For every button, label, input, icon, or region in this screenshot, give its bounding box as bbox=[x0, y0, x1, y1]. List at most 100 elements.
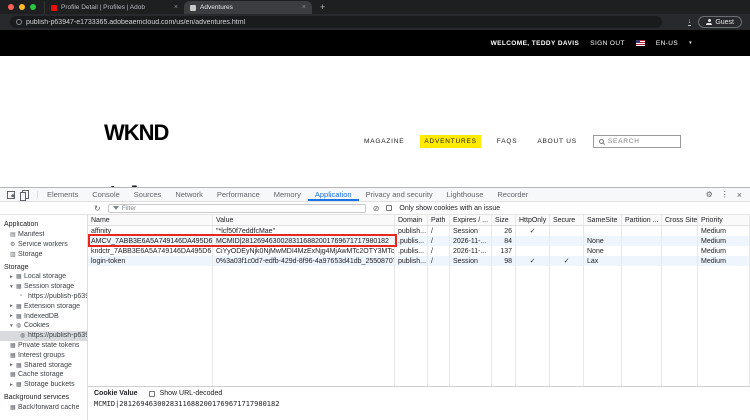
sidebar-item-storage-buckets[interactable]: ▸ ▦ Storage buckets bbox=[0, 380, 87, 390]
nav-faqs[interactable]: FAQS bbox=[493, 135, 522, 148]
devtools-tab-recorder[interactable]: Recorder bbox=[490, 188, 535, 201]
column-priority[interactable]: Priority bbox=[698, 215, 750, 225]
column-name[interactable]: Name bbox=[88, 215, 213, 225]
cookie-priority-cell: Medium bbox=[698, 256, 750, 266]
more-options-icon[interactable]: ⋮ bbox=[721, 190, 729, 199]
cookie-value-preview: Cookie Value Show URL-decoded MCMID|2812… bbox=[88, 386, 750, 420]
sidebar-item-session-storage[interactable]: ▾ ▦ Session storage bbox=[0, 282, 87, 292]
cookie-httponly-cell bbox=[516, 236, 550, 246]
sidebar-section-application[interactable]: Application bbox=[0, 220, 87, 230]
cookie-value-cell[interactable]: 0%3a03f1c0d7-edfb-429d-8f96-4a97653d41db… bbox=[213, 256, 395, 266]
column-partition[interactable]: Partition ... bbox=[622, 215, 662, 225]
devtools-tab-lighthouse[interactable]: Lighthouse bbox=[440, 188, 491, 201]
sidebar-item-indexeddb[interactable]: ▸ ▦ IndexedDB bbox=[0, 311, 87, 321]
cookies-toolbar: ↻ Filter ⊘ Only show cookies with an iss… bbox=[0, 202, 750, 215]
cookie-priority-cell: Medium bbox=[698, 226, 750, 236]
cookie-size-cell: 98 bbox=[492, 256, 516, 266]
nav-adventures[interactable]: ADVENTURES bbox=[420, 134, 481, 148]
cookies-table: Name Value Domain Path Expires / ... Siz… bbox=[88, 215, 750, 420]
nav-magazine[interactable]: MAGAZINE bbox=[360, 135, 408, 148]
devtools-tab-elements[interactable]: Elements bbox=[40, 188, 85, 201]
sidebar-item-service-workers[interactable]: ⚙ Service workers bbox=[0, 240, 87, 250]
cookie-httponly-cell: ✓ bbox=[516, 256, 550, 266]
sidebar-item-manifest[interactable]: ▤ Manifest bbox=[0, 230, 87, 240]
devtools-tab-memory[interactable]: Memory bbox=[267, 188, 308, 201]
cookie-path-cell: / bbox=[428, 236, 450, 246]
nav-about-us[interactable]: ABOUT US bbox=[533, 135, 581, 148]
column-cross-site[interactable]: Cross Site bbox=[662, 215, 698, 225]
cookie-name-cell[interactable]: login-token bbox=[88, 256, 213, 266]
cookie-name-cell[interactable]: kndctr_7ABB3E6A5A749146DA495D61_Ad... bbox=[88, 246, 213, 256]
cookie-crosssite-cell bbox=[662, 246, 698, 256]
cookie-value-cell[interactable]: CiYyODEyNjk0NjMwMDI4MzExNjg4MjAwMTc2OTY3… bbox=[213, 246, 395, 256]
cookie-size-cell: 84 bbox=[492, 236, 516, 246]
devtools-tab-console[interactable]: Console bbox=[85, 188, 127, 201]
wknd-logo[interactable]: WKND bbox=[104, 120, 169, 146]
sidebar-section-background-services[interactable]: Background services bbox=[0, 393, 87, 403]
cookie-row-login-token[interactable]: login-token 0%3a03f1c0d7-edfb-429d-8f96-… bbox=[88, 256, 750, 266]
column-path[interactable]: Path bbox=[428, 215, 450, 225]
new-tab-button[interactable]: + bbox=[320, 2, 325, 12]
sidebar-item-private-state-tokens[interactable]: ▦ Private state tokens bbox=[0, 341, 87, 351]
issue-filter-checkbox[interactable] bbox=[386, 205, 393, 211]
sidebar-item-shared-storage[interactable]: ▸ ▦ Shared storage bbox=[0, 360, 87, 370]
cookie-samesite-cell: Lax bbox=[584, 256, 622, 266]
devtools-tab-network[interactable]: Network bbox=[168, 188, 210, 201]
profile-button[interactable]: Guest bbox=[698, 16, 742, 28]
locale-selector[interactable]: EN-US bbox=[656, 40, 678, 47]
sidebar-item-extension-storage[interactable]: ▸ ▦ Extension storage bbox=[0, 301, 87, 311]
sidebar-item-storage[interactable]: ▥ Storage bbox=[0, 249, 87, 259]
sidebar-item-back-forward-cache[interactable]: ▦ Back/forward cache bbox=[0, 402, 87, 412]
window-zoom-button[interactable] bbox=[30, 4, 36, 10]
close-devtools-icon[interactable]: × bbox=[737, 190, 742, 200]
column-domain[interactable]: Domain bbox=[395, 215, 428, 225]
device-toolbar-icon[interactable] bbox=[20, 190, 29, 201]
settings-gear-icon[interactable]: ⚙ bbox=[706, 190, 713, 199]
sidebar-item-session-storage-origin[interactable]: ▫https://publish-p639... bbox=[0, 292, 87, 302]
column-httponly[interactable]: HttpOnly bbox=[516, 215, 550, 225]
cookie-httponly-cell bbox=[516, 246, 550, 256]
url-input[interactable]: publish-p63947-e1733365.adobeaemcloud.co… bbox=[10, 16, 662, 28]
sidebar-item-interest-groups[interactable]: ▦ Interest groups bbox=[0, 350, 87, 360]
refresh-icon[interactable]: ↻ bbox=[94, 204, 101, 213]
inspect-element-icon[interactable] bbox=[7, 190, 15, 199]
browser-tab-profile-detail[interactable]: Profile Detail | Profiles | Adob × bbox=[44, 1, 184, 14]
column-expires[interactable]: Expires / ... bbox=[450, 215, 492, 225]
browser-tab-adventures[interactable]: Adventures × bbox=[184, 1, 312, 14]
window-minimize-button[interactable] bbox=[19, 4, 25, 10]
us-flag-icon bbox=[635, 40, 645, 46]
devtools-tab-privacy-and-security[interactable]: Privacy and security bbox=[359, 188, 440, 201]
column-secure[interactable]: Secure bbox=[550, 215, 584, 225]
search-input[interactable]: SEARCH bbox=[592, 134, 681, 148]
clear-all-cookies-icon[interactable]: ⊘ bbox=[373, 204, 380, 213]
sidebar-item-cache-storage[interactable]: ▦ Cache storage bbox=[0, 370, 87, 380]
devtools-tab-performance[interactable]: Performance bbox=[210, 188, 267, 201]
cookie-domain-cell: publish... bbox=[395, 226, 428, 236]
download-icon[interactable]: ↓ bbox=[687, 18, 692, 26]
cookies-icon: ◍ bbox=[16, 323, 22, 330]
cookie-domain-cell: .publis... bbox=[395, 246, 428, 256]
tab-close-icon[interactable]: × bbox=[302, 4, 306, 11]
search-placeholder: SEARCH bbox=[607, 137, 640, 145]
browser-address-bar: publish-p63947-e1733365.adobeaemcloud.co… bbox=[0, 14, 750, 30]
column-value[interactable]: Value bbox=[213, 215, 395, 225]
cookie-filter-input[interactable]: Filter bbox=[107, 203, 366, 213]
caret-down-icon[interactable]: ▾ bbox=[689, 40, 692, 46]
cookie-httponly-cell: ✓ bbox=[516, 226, 550, 236]
devtools-tab-application[interactable]: Application bbox=[308, 188, 359, 201]
devtools-tab-sources[interactable]: Sources bbox=[127, 188, 169, 201]
column-samesite[interactable]: SameSite bbox=[584, 215, 622, 225]
tab-close-icon[interactable]: × bbox=[174, 4, 178, 11]
cookie-row-kndctr[interactable]: kndctr_7ABB3E6A5A749146DA495D61_Ad... Ci… bbox=[88, 246, 750, 256]
window-close-button[interactable] bbox=[8, 4, 14, 10]
sidebar-section-storage[interactable]: Storage bbox=[0, 262, 87, 272]
browser-tab-strip: Profile Detail | Profiles | Adob × Adven… bbox=[0, 0, 750, 14]
sign-out-link[interactable]: SIGN OUT bbox=[590, 40, 625, 47]
url-decoded-checkbox[interactable] bbox=[148, 390, 155, 397]
sidebar-item-local-storage[interactable]: ▸ ▦ Local storage bbox=[0, 272, 87, 282]
column-size[interactable]: Size bbox=[492, 215, 516, 225]
site-info-icon[interactable] bbox=[16, 19, 22, 25]
cookie-priority-cell: Medium bbox=[698, 246, 750, 256]
sidebar-item-cookies[interactable]: ▾ ◍ Cookies bbox=[0, 321, 87, 331]
sidebar-item-cookies-origin[interactable]: ◍https://publish-p639... bbox=[0, 330, 87, 341]
